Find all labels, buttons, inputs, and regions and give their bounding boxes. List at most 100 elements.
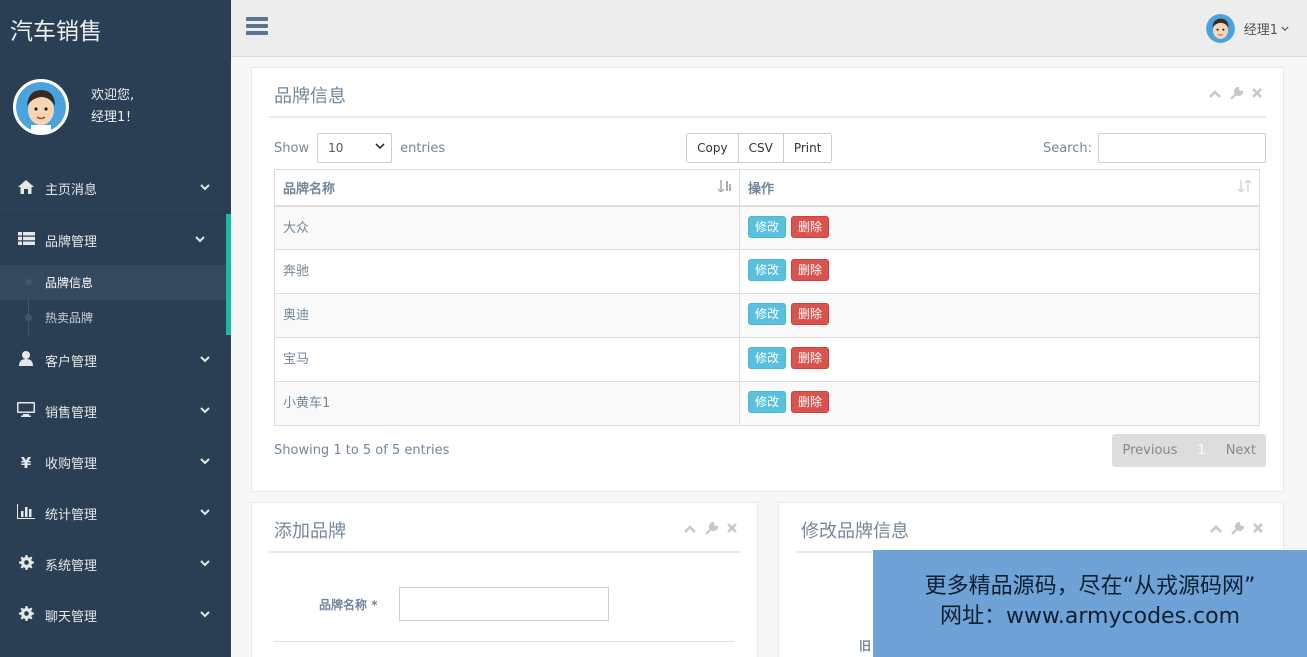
chevron-down-icon (191, 406, 219, 417)
chevron-down-icon (186, 235, 214, 246)
next-button[interactable]: Next (1216, 434, 1266, 467)
actions-cell: 修改 删除 (739, 205, 1260, 250)
close-icon[interactable] (1252, 87, 1262, 104)
sidebar-item-sales[interactable]: 销售管理 (0, 386, 231, 437)
brand-name-cell: 大众 (274, 205, 740, 250)
page-length-select[interactable]: 10 (317, 133, 393, 163)
actions-cell: 修改 删除 (739, 249, 1260, 294)
gear-icon (16, 606, 36, 625)
sidebar-item-purchase[interactable]: ¥ 收购管理 (0, 437, 231, 488)
search-label: Search: (1042, 140, 1092, 156)
collapse-icon[interactable] (684, 522, 696, 539)
avatar (1205, 14, 1235, 43)
sidebar-item-label: 收购管理 (45, 457, 98, 472)
show-label: Show (274, 140, 310, 156)
sidebar-item-label: 客户管理 (45, 355, 98, 370)
sidebar-item-statistics[interactable]: 统计管理 (0, 488, 231, 539)
edit-button[interactable]: 修改 (748, 303, 787, 325)
edit-button[interactable]: 修改 (748, 347, 787, 369)
close-icon[interactable] (1253, 522, 1263, 539)
edit-button[interactable]: 修改 (748, 215, 787, 238)
submenu-item-brand-info[interactable]: 品牌信息 (0, 265, 226, 300)
avatar (13, 79, 69, 135)
sidebar-item-label: 销售管理 (45, 406, 98, 421)
old-name-label: 旧 (859, 639, 872, 653)
search-input[interactable] (1098, 133, 1266, 163)
bar-chart-icon (16, 504, 36, 523)
submenu-label: 热卖品牌 (45, 311, 94, 325)
app-title[interactable]: 汽车销售 (0, 0, 231, 57)
copy-button[interactable]: Copy (686, 133, 739, 163)
column-header-actions[interactable]: 操作 (739, 169, 1260, 207)
gear-icon (16, 555, 36, 574)
brand-menu-group: 品牌管理 品牌信息 热卖品牌 (0, 214, 231, 335)
wrench-icon[interactable] (1230, 86, 1244, 104)
submenu-label: 品牌信息 (45, 276, 94, 290)
pagination: Previous 1 Next (1112, 434, 1266, 467)
sidebar-item-brand[interactable]: 品牌管理 (0, 214, 226, 265)
edit-button[interactable]: 修改 (748, 259, 787, 281)
entries-label: entries (400, 140, 446, 156)
sidebar-item-chat[interactable]: 聊天管理 (0, 590, 231, 641)
wrench-icon[interactable] (1231, 521, 1245, 539)
chevron-down-icon (1281, 21, 1289, 36)
yen-icon: ¥ (20, 453, 32, 472)
edit-button[interactable]: 修改 (748, 391, 787, 413)
brand-name-cell: 奔驰 (274, 249, 740, 294)
username: 经理1 (1243, 23, 1278, 38)
table-row: 奥迪 修改 删除 (274, 293, 1260, 338)
top-nav: 经理1 (231, 0, 1307, 57)
home-icon (16, 179, 36, 198)
sidebar: 汽车销售 欢迎您, 经理1！ 主页消息 品牌管理 品牌信息 热卖品牌 客户管理 … (0, 0, 231, 657)
table-row: 奔驰 修改 删除 (274, 249, 1260, 294)
wrench-icon[interactable] (705, 521, 719, 539)
desktop-icon (16, 402, 36, 421)
submenu-item-hot-brands[interactable]: 热卖品牌 (0, 300, 226, 335)
delete-button[interactable]: 删除 (791, 259, 830, 281)
actions-cell: 修改 删除 (739, 293, 1260, 338)
column-header-brand-name[interactable]: 品牌名称 (274, 169, 740, 207)
sidebar-item-customers[interactable]: 客户管理 (0, 335, 231, 386)
delete-button[interactable]: 删除 (791, 391, 830, 413)
print-button[interactable]: Print (783, 133, 833, 163)
collapse-icon[interactable] (1209, 87, 1221, 104)
brand-name-input[interactable] (399, 587, 609, 621)
csv-button[interactable]: CSV (738, 133, 784, 163)
sidebar-item-home[interactable]: 主页消息 (0, 163, 231, 214)
table-row: 小黄车1 修改 删除 (274, 381, 1260, 426)
delete-button[interactable]: 删除 (791, 303, 830, 325)
brand-name-cell: 奥迪 (274, 293, 740, 338)
table-row: 宝马 修改 删除 (274, 337, 1260, 382)
actions-cell: 修改 删除 (739, 381, 1260, 426)
previous-button[interactable]: Previous (1112, 434, 1187, 467)
collapse-icon[interactable] (1210, 522, 1222, 539)
add-brand-panel: 添加品牌 品牌名称 * (251, 502, 758, 657)
welcome-text: 欢迎您, (91, 88, 135, 103)
page-length-value: 10 (328, 141, 344, 155)
actions-cell: 修改 删除 (739, 337, 1260, 382)
chevron-down-icon (191, 559, 219, 570)
close-icon[interactable] (727, 522, 737, 539)
brand-name-cell: 宝马 (274, 337, 740, 382)
chevron-down-icon (191, 457, 219, 468)
sort-asc-icon (717, 180, 732, 195)
chevron-down-icon (191, 508, 219, 519)
page-1-button[interactable]: 1 (1187, 434, 1215, 467)
table-controls: Show 10 entries Copy CSV Print Search: (269, 133, 1266, 163)
chevron-down-icon (191, 355, 219, 366)
sidebar-item-system[interactable]: 系统管理 (0, 539, 231, 590)
sidebar-item-label: 聊天管理 (45, 610, 98, 625)
submenu: 品牌信息 热卖品牌 (0, 265, 226, 335)
panel-title: 添加品牌 (274, 521, 346, 541)
chevron-down-icon (191, 183, 219, 194)
delete-button[interactable]: 删除 (791, 215, 830, 238)
menu-toggle-icon[interactable] (246, 17, 268, 37)
chevron-down-icon (191, 610, 219, 621)
panel-title: 品牌信息 (274, 86, 346, 106)
delete-button[interactable]: 删除 (791, 347, 830, 369)
user-dropdown[interactable]: 经理1 (1205, 14, 1289, 43)
sidebar-item-label: 主页消息 (45, 183, 98, 198)
welcome-user: 经理1！ (91, 110, 139, 125)
sidebar-item-label: 系统管理 (45, 559, 98, 574)
sidebar-item-label: 品牌管理 (45, 234, 98, 250)
